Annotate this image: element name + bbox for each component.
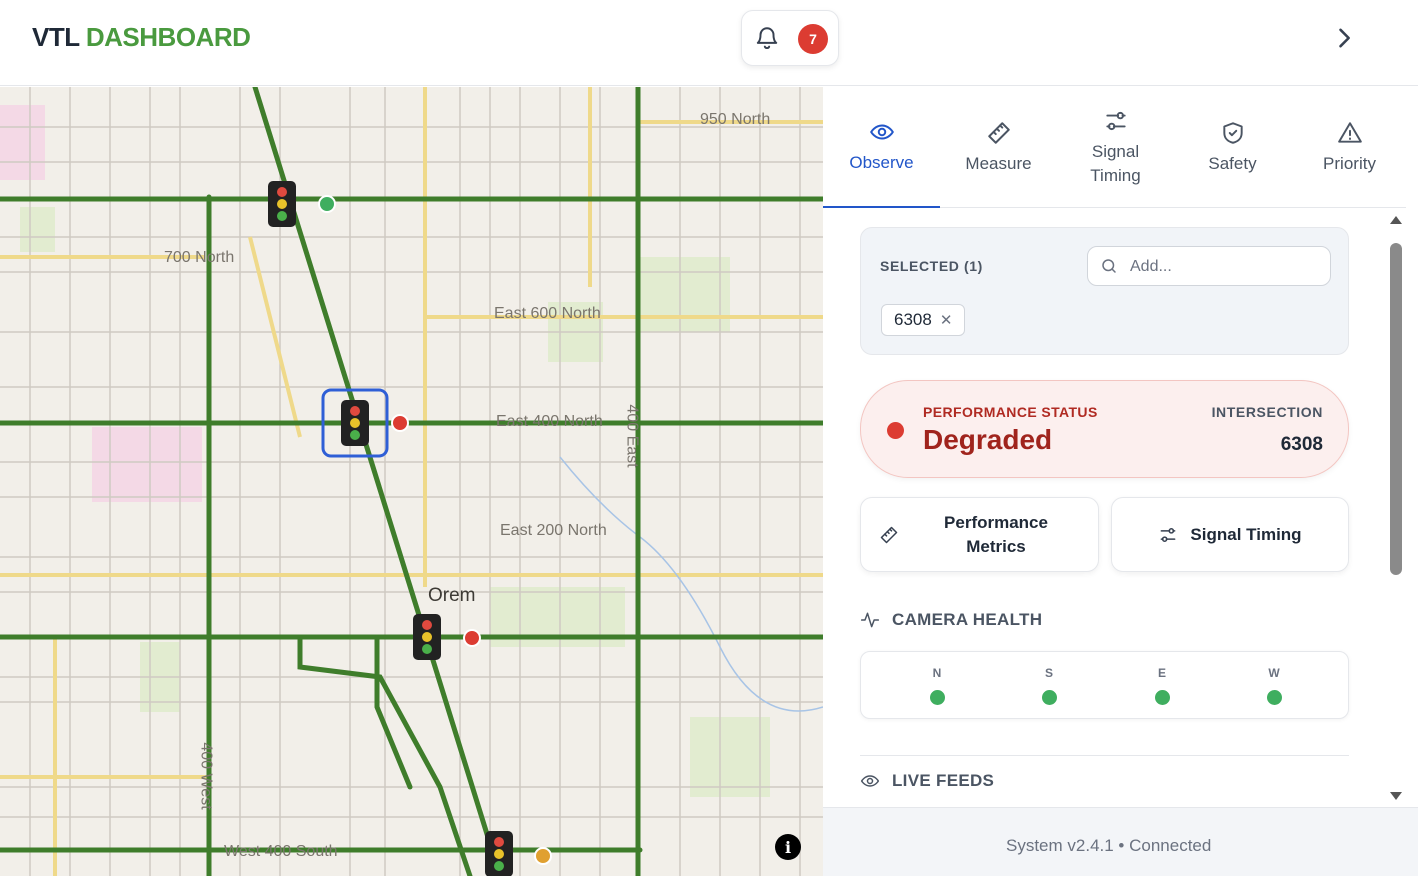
scroll-down-arrow-icon[interactable] — [1389, 791, 1403, 801]
camera-health-card: N S E W — [860, 651, 1349, 719]
camera-status-dot — [1154, 690, 1170, 705]
selected-intersections-card: SELECTED (1) 6308 ✕ — [860, 227, 1349, 355]
selected-chip[interactable]: 6308 ✕ — [881, 304, 966, 336]
eye-icon — [869, 124, 894, 139]
tab-observe-label: Observe — [849, 152, 914, 172]
chevron-right-icon[interactable] — [1330, 24, 1358, 52]
brand-vtl: VTL — [32, 22, 80, 52]
camera-west: W — [1254, 666, 1294, 705]
ruler-icon — [987, 121, 1010, 144]
camera-east: E — [1142, 666, 1182, 705]
live-feeds-title: LIVE FEEDS — [892, 771, 995, 790]
map-label-city-orem: Orem — [428, 585, 476, 606]
camera-direction-label: W — [1268, 666, 1280, 680]
system-status-text: System v2.4.1 • Connected — [1006, 836, 1212, 855]
warning-triangle-icon — [1337, 121, 1362, 143]
activity-pulse-icon — [860, 612, 880, 628]
intersection-label: INTERSECTION — [1211, 404, 1323, 420]
camera-status-dot — [1041, 690, 1057, 705]
signal-marker-north[interactable] — [268, 181, 336, 227]
ruler-icon — [880, 526, 898, 544]
camera-south: S — [1029, 666, 1069, 705]
selected-title: SELECTED (1) — [880, 258, 983, 274]
scroll-up-arrow-icon[interactable] — [1389, 215, 1403, 225]
status-indicator-dot — [887, 422, 904, 439]
notification-count-badge: 7 — [798, 24, 828, 54]
side-panel: Observe Measure Signal Timing Safety Pri… — [823, 87, 1418, 876]
selected-chip-label: 6308 — [894, 310, 932, 329]
tab-safety[interactable]: Safety — [1174, 87, 1291, 208]
add-intersection-field[interactable] — [1087, 246, 1331, 286]
section-divider — [860, 755, 1349, 756]
performance-metrics-label: Performance Metrics — [944, 513, 1048, 556]
top-header: VTL DASHBOARD 7 — [0, 0, 1418, 86]
tab-signal-timing-label: Signal Timing — [1090, 141, 1141, 185]
sliders-icon — [1161, 527, 1176, 542]
map-label-400-west: 400 West — [197, 742, 215, 810]
notifications-button[interactable]: 7 — [741, 10, 839, 66]
performance-status-card: PERFORMANCE STATUS Degraded INTERSECTION… — [860, 380, 1349, 478]
tab-priority-label: Priority — [1323, 153, 1376, 173]
traffic-map[interactable]: 950 North 700 North East 600 North East … — [0, 87, 823, 876]
camera-direction-label: E — [1157, 666, 1166, 680]
map-canvas[interactable] — [0, 87, 823, 876]
signal-marker-south[interactable] — [485, 831, 552, 876]
live-feeds-header[interactable]: LIVE FEEDS — [860, 771, 994, 791]
remove-chip-icon[interactable]: ✕ — [940, 311, 953, 329]
camera-direction-label: S — [1044, 666, 1053, 680]
camera-status-dot — [929, 690, 945, 705]
performance-status-label: PERFORMANCE STATUS — [923, 404, 1098, 420]
tab-safety-label: Safety — [1208, 153, 1257, 173]
signal-timing-button[interactable]: Signal Timing — [1111, 497, 1349, 572]
bell-icon — [756, 27, 778, 49]
panel-footer: System v2.4.1 • Connected — [823, 807, 1418, 876]
signal-timing-label: Signal Timing — [1190, 524, 1302, 544]
tab-measure-label: Measure — [965, 153, 1032, 173]
map-label-east-200-north: East 200 North — [500, 522, 607, 539]
map-label-east-400-north: East 400 North — [496, 413, 603, 430]
tab-priority[interactable]: Priority — [1291, 87, 1408, 208]
tab-measure[interactable]: Measure — [940, 87, 1057, 208]
search-icon — [1102, 259, 1116, 273]
map-label-700-north: 700 North — [164, 249, 235, 266]
brand-dashboard: DASHBOARD — [85, 22, 251, 52]
tab-signal-timing[interactable]: Signal Timing — [1057, 87, 1174, 208]
map-info-button[interactable]: i — [775, 834, 801, 860]
app-logo: VTL DASHBOARD — [32, 22, 251, 53]
performance-status-value: Degraded — [923, 424, 1053, 455]
camera-direction-label: N — [932, 666, 942, 680]
add-intersection-input[interactable] — [1130, 255, 1320, 279]
camera-health-title: CAMERA HEALTH — [892, 610, 1043, 629]
sliders-icon — [1105, 111, 1126, 130]
intersection-id: 6308 — [1280, 434, 1323, 455]
tab-observe[interactable]: Observe — [823, 87, 940, 208]
camera-status-dot — [1266, 690, 1282, 705]
shield-check-icon — [1222, 121, 1243, 144]
map-label-950-north: 950 North — [700, 111, 771, 128]
map-label-400-east: 400 East — [623, 404, 641, 468]
camera-health-header: CAMERA HEALTH — [860, 610, 1042, 630]
performance-metrics-button[interactable]: Performance Metrics — [860, 497, 1099, 572]
scrollbar-thumb[interactable] — [1390, 243, 1402, 575]
eye-icon — [860, 775, 880, 787]
map-label-west-400-south: West 400 South — [224, 843, 338, 860]
map-label-east-600-north: East 600 North — [494, 305, 601, 322]
camera-north: N — [917, 666, 957, 705]
panel-tabs: Observe Measure Signal Timing Safety Pri… — [823, 87, 1406, 208]
